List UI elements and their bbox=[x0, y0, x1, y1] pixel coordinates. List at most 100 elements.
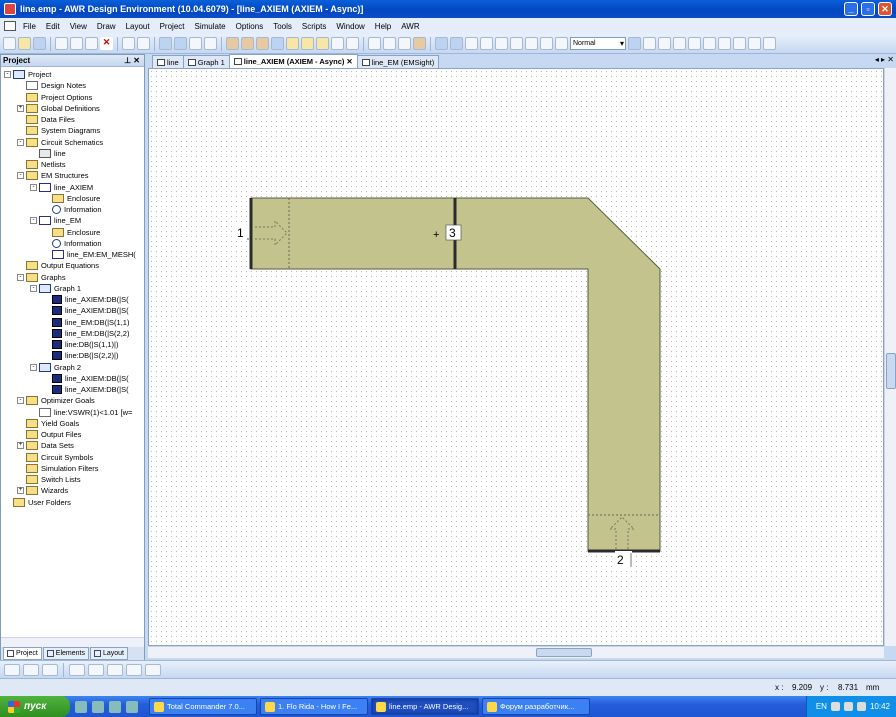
layout-view-icon[interactable] bbox=[435, 37, 448, 50]
via-icon[interactable] bbox=[733, 37, 746, 50]
path-icon[interactable] bbox=[107, 663, 123, 676]
tree-node[interactable]: Enclosure bbox=[43, 227, 100, 238]
vertical-scroll-thumb[interactable] bbox=[886, 353, 896, 389]
add-graph-icon[interactable] bbox=[271, 37, 284, 50]
canvas-horizontal-scrollbar[interactable] bbox=[148, 646, 884, 658]
expand-icon[interactable]: + bbox=[17, 487, 24, 495]
paste-icon[interactable] bbox=[85, 37, 98, 50]
view-all-icon[interactable] bbox=[189, 37, 202, 50]
rotate-icon[interactable] bbox=[555, 37, 568, 50]
tree-scrollbar[interactable] bbox=[1, 637, 144, 647]
select-mode-icon[interactable] bbox=[4, 663, 20, 676]
open-icon[interactable] bbox=[18, 37, 31, 50]
flip-icon[interactable] bbox=[688, 37, 701, 50]
grid-icon[interactable] bbox=[658, 37, 671, 50]
menu-file[interactable]: File bbox=[18, 22, 41, 31]
add-netlist-icon[interactable] bbox=[256, 37, 269, 50]
menu-tools[interactable]: Tools bbox=[268, 22, 297, 31]
port-icon[interactable] bbox=[383, 37, 396, 50]
save-icon[interactable] bbox=[33, 37, 46, 50]
view-area-icon[interactable] bbox=[204, 37, 217, 50]
add-em-structure-icon[interactable] bbox=[241, 37, 254, 50]
tree-node[interactable]: Output Files bbox=[17, 429, 81, 440]
tree-node[interactable]: line_AXIEM:DB(|S( bbox=[43, 384, 129, 395]
copy-icon[interactable] bbox=[70, 37, 83, 50]
mesh-icon[interactable] bbox=[465, 37, 478, 50]
undo-icon[interactable] bbox=[122, 37, 135, 50]
collapse-icon[interactable]: - bbox=[4, 71, 11, 78]
tree-node[interactable]: + Wizards bbox=[17, 485, 68, 496]
ellipse-icon[interactable] bbox=[126, 663, 142, 676]
output-equation-icon[interactable] bbox=[346, 37, 359, 50]
collapse-icon[interactable]: - bbox=[17, 273, 24, 281]
tree-node[interactable]: line:DB(|S(2,2)|) bbox=[43, 350, 119, 361]
tree-node[interactable]: Netlists bbox=[17, 159, 66, 170]
tab-graph-1[interactable]: Graph 1 bbox=[182, 55, 230, 68]
zoom-out-icon[interactable] bbox=[174, 37, 187, 50]
tree-node[interactable]: - Graph 1 bbox=[30, 283, 81, 294]
task-awr[interactable]: line.emp - AWR Desig... bbox=[371, 698, 479, 715]
delete-icon[interactable]: ✕ bbox=[100, 37, 113, 50]
tree-node[interactable]: line bbox=[30, 148, 66, 159]
menu-view[interactable]: View bbox=[65, 22, 92, 31]
tree-node[interactable]: line:DB(|S(1,1)|) bbox=[43, 339, 119, 350]
tree-node[interactable]: Enclosure bbox=[43, 193, 100, 204]
menu-edit[interactable]: Edit bbox=[41, 22, 65, 31]
ground-icon[interactable] bbox=[398, 37, 411, 50]
tree-node[interactable]: + Global Definitions bbox=[17, 103, 100, 114]
new-icon[interactable] bbox=[3, 37, 16, 50]
tree-node[interactable]: Information bbox=[43, 238, 102, 249]
3d-view-icon[interactable] bbox=[450, 37, 463, 50]
tree-node[interactable]: User Folders bbox=[4, 497, 71, 508]
menu-scripts[interactable]: Scripts bbox=[297, 22, 331, 31]
canvas-vertical-scrollbar[interactable] bbox=[884, 68, 896, 646]
tree-node[interactable]: line_EM:EM_MESH( bbox=[43, 249, 136, 260]
zoom-in-icon[interactable] bbox=[159, 37, 172, 50]
tune-tool-icon[interactable] bbox=[413, 37, 426, 50]
add-schematic-icon[interactable] bbox=[226, 37, 239, 50]
yield-icon[interactable] bbox=[331, 37, 344, 50]
port-3-label[interactable]: 3 bbox=[449, 226, 456, 240]
tree-node[interactable]: line_AXIEM:DB(|S( bbox=[43, 373, 129, 384]
tree-node[interactable]: line_AXIEM:DB(|S( bbox=[43, 294, 129, 305]
close-tab-icon[interactable]: ✕ bbox=[346, 57, 352, 66]
tree-node[interactable]: Design Notes bbox=[17, 80, 86, 91]
tree-node[interactable]: - Circuit Schematics bbox=[17, 137, 103, 148]
tree-node[interactable]: - line_AXIEM bbox=[30, 182, 93, 193]
minimize-button[interactable]: _ bbox=[844, 2, 858, 16]
tree-node[interactable]: - Graph 2 bbox=[30, 362, 81, 373]
tree-node[interactable]: Circuit Symbols bbox=[17, 452, 93, 463]
quick-launch-icon[interactable] bbox=[75, 700, 87, 713]
move-down-icon[interactable] bbox=[540, 37, 553, 50]
align-top-icon[interactable] bbox=[480, 37, 493, 50]
tab-layout[interactable]: Layout bbox=[89, 647, 129, 660]
tree-node[interactable]: Yield Goals bbox=[17, 418, 79, 429]
menu-draw[interactable]: Draw bbox=[92, 22, 121, 31]
tree-node[interactable]: line_EM:DB(|S(1,1) bbox=[43, 317, 129, 328]
port-1-label[interactable]: 1 bbox=[237, 226, 244, 240]
align-left-icon[interactable] bbox=[510, 37, 523, 50]
rectangle-icon[interactable] bbox=[69, 663, 85, 676]
tab-project[interactable]: Project bbox=[3, 647, 42, 660]
task-total-commander[interactable]: Total Commander 7.0... bbox=[149, 698, 257, 715]
tree-node[interactable]: line_EM:DB(|S(2,2) bbox=[43, 328, 129, 339]
collapse-icon[interactable]: - bbox=[30, 183, 37, 191]
collapse-icon[interactable]: - bbox=[30, 284, 37, 292]
menu-help[interactable]: Help bbox=[370, 22, 396, 31]
tune-icon[interactable] bbox=[301, 37, 314, 50]
tree-node[interactable]: - Graphs bbox=[17, 272, 66, 283]
tree-node[interactable]: Simulation Filters bbox=[17, 463, 99, 474]
tab-scroll-arrows[interactable]: ◂ ▸ ✕ bbox=[875, 55, 894, 64]
start-button[interactable]: пуск bbox=[0, 696, 70, 717]
tree-node[interactable]: Data Files bbox=[17, 114, 75, 125]
horizontal-scroll-thumb[interactable] bbox=[536, 648, 592, 657]
element-icon[interactable] bbox=[368, 37, 381, 50]
tray-icon[interactable] bbox=[856, 702, 866, 711]
menu-window[interactable]: Window bbox=[331, 22, 369, 31]
view-mode-select[interactable]: Normal bbox=[570, 37, 626, 50]
tree-node[interactable]: Output Equations bbox=[17, 260, 99, 271]
measure-icon[interactable] bbox=[673, 37, 686, 50]
tree-node[interactable]: + Data Sets bbox=[17, 440, 74, 451]
snap-icon[interactable] bbox=[643, 37, 656, 50]
align-bottom-icon[interactable] bbox=[495, 37, 508, 50]
